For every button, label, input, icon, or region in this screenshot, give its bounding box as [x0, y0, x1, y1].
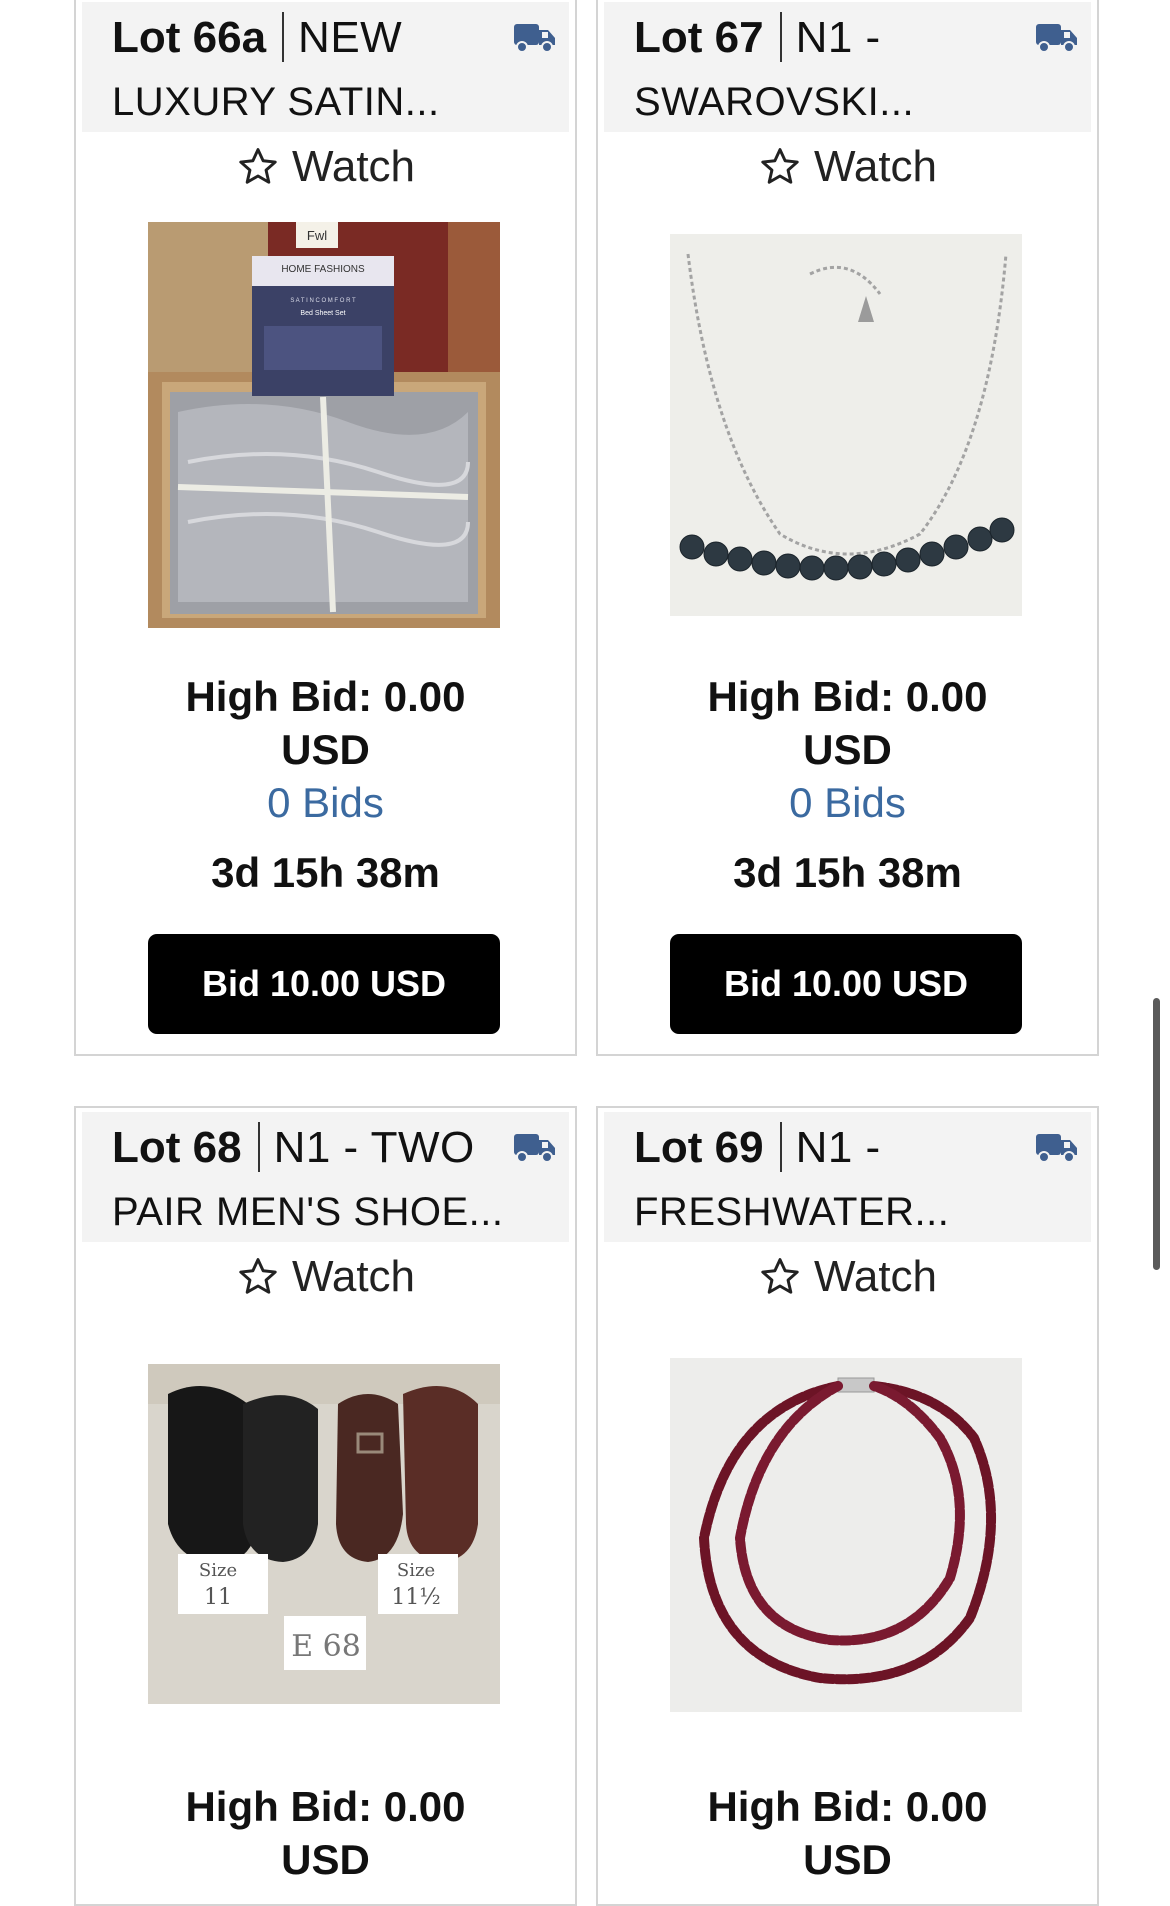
lot-number: Lot 69 [634, 1123, 764, 1172]
high-bid: High Bid: 0.00 [185, 1783, 466, 1830]
star-outline-icon [761, 1258, 799, 1294]
high-bid-currency: USD [281, 726, 370, 773]
lot-card-67[interactable]: Lot 67 N1 - SWAROVSKI... Watch High Bid:… [596, 0, 1099, 1056]
photo-lot-tag: E 68 [291, 1629, 361, 1664]
high-bid: High Bid: 0.00 [707, 1783, 988, 1830]
lot-title[interactable]: FRESHWATER... [634, 1190, 949, 1235]
lot-number: Lot 68 [112, 1123, 242, 1172]
shipping-truck-icon [514, 24, 555, 53]
lot-title[interactable]: PAIR MEN'S SHOE... [112, 1190, 504, 1235]
lot-title[interactable]: SWAROVSKI... [634, 80, 914, 125]
photo-size-right-value: 11½ [391, 1585, 440, 1610]
star-outline-icon [761, 148, 799, 184]
time-left: 3d 15h 38m [733, 849, 962, 896]
shipping-truck-icon [1036, 1134, 1077, 1163]
bids-count-link[interactable]: 0 Bids [598, 776, 1097, 829]
divider [282, 12, 285, 62]
photo-product-text: Bed Sheet Set [300, 310, 345, 317]
divider [779, 1122, 782, 1172]
watch-label: Watch [291, 1252, 416, 1301]
lot-title[interactable]: LUXURY SATIN... [112, 80, 440, 125]
lot-header[interactable]: Lot 66a NEW LUXURY SATIN... [82, 2, 569, 132]
watch-label: Watch [813, 1252, 938, 1301]
divider [257, 1122, 260, 1172]
bid-info: High Bid: 0.00 USD 0 Bids 3d 15h 38m [598, 670, 1097, 897]
bid-button[interactable]: Bid 10.00 USD [670, 934, 1022, 1034]
watch-button[interactable]: Watch [76, 138, 575, 196]
watch-label: Watch [813, 142, 938, 191]
bid-button[interactable]: Bid 10.00 USD [148, 934, 500, 1034]
star-outline-icon [239, 1258, 277, 1294]
lot-subtitle: N1 - [795, 13, 881, 62]
watch-button[interactable]: Watch [76, 1248, 575, 1306]
lot-card-66a[interactable]: Lot 66a NEW LUXURY SATIN... Watch HOME F… [74, 0, 577, 1056]
lot-header[interactable]: Lot 69 N1 - FRESHWATER... [604, 1112, 1091, 1242]
watch-label: Watch [291, 142, 416, 191]
photo-line-text: S A T I N C O M F O R T [290, 298, 356, 304]
lot-photo[interactable]: Size 11 Size 11½ E 68 [148, 1364, 500, 1704]
lot-photo[interactable]: HOME FASHIONS S A T I N C O M F O R T Be… [148, 222, 500, 628]
watch-button[interactable]: Watch [598, 138, 1097, 196]
bid-info: High Bid: 0.00 USD [76, 1780, 575, 1886]
watch-button[interactable]: Watch [598, 1248, 1097, 1306]
high-bid-currency: USD [281, 1836, 370, 1883]
bid-info: High Bid: 0.00 USD [598, 1780, 1097, 1886]
high-bid: High Bid: 0.00 [707, 673, 988, 720]
photo-size-label-left: Size [199, 1560, 237, 1581]
photo-size-label-right: Size [397, 1560, 435, 1581]
bid-info: High Bid: 0.00 USD 0 Bids 3d 15h 38m [76, 670, 575, 897]
photo-tag-text: Fwl [307, 228, 327, 243]
lot-card-69[interactable]: Lot 69 N1 - FRESHWATER... Watch High Bid:… [596, 1106, 1099, 1906]
high-bid: High Bid: 0.00 [185, 673, 466, 720]
high-bid-currency: USD [803, 1836, 892, 1883]
lot-card-68[interactable]: Lot 68 N1 - TWO PAIR MEN'S SHOE... Watch … [74, 1106, 577, 1906]
lot-subtitle: NEW [298, 13, 403, 62]
time-left: 3d 15h 38m [211, 849, 440, 896]
shipping-truck-icon [1036, 24, 1077, 53]
lot-header[interactable]: Lot 68 N1 - TWO PAIR MEN'S SHOE... [82, 1112, 569, 1242]
lot-subtitle: N1 - [795, 1123, 881, 1172]
lot-photo[interactable] [670, 1358, 1022, 1712]
lot-subtitle: N1 - TWO [273, 1123, 475, 1172]
scrollbar[interactable] [1153, 998, 1160, 1270]
lot-number: Lot 67 [634, 13, 764, 62]
bids-count-link[interactable]: 0 Bids [76, 776, 575, 829]
photo-brand-text: HOME FASHIONS [281, 264, 365, 275]
lot-photo[interactable] [670, 234, 1022, 616]
shipping-truck-icon [514, 1134, 555, 1163]
high-bid-currency: USD [803, 726, 892, 773]
lot-number: Lot 66a [112, 13, 267, 62]
divider [779, 12, 782, 62]
star-outline-icon [239, 148, 277, 184]
photo-size-left-value: 11 [204, 1585, 232, 1610]
lot-header[interactable]: Lot 67 N1 - SWAROVSKI... [604, 2, 1091, 132]
